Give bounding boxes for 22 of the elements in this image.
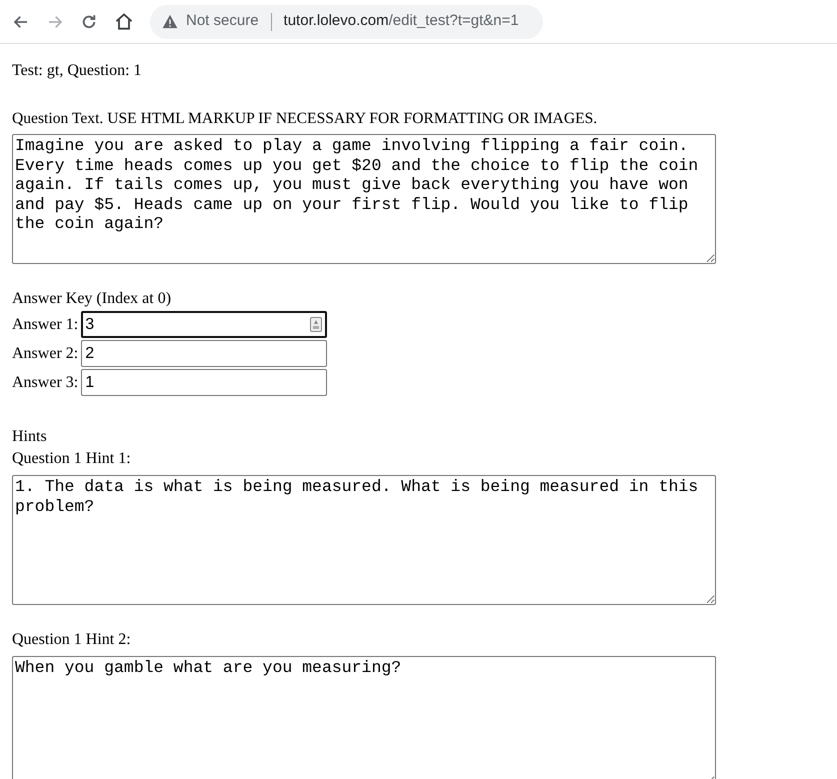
answer-input[interactable]: 3 (81, 311, 328, 338)
answer-input[interactable]: 2 (81, 340, 328, 367)
hint-label: Question 1 Hint 1: (12, 449, 132, 469)
hint-textarea[interactable]: 1. The data is what is being measured. What is being measured in this problem? (12, 475, 716, 605)
answer-label: Answer 1: (12, 314, 78, 334)
url-host: tutor.lolevo.com (284, 11, 389, 32)
answer-input[interactable]: 1 (81, 369, 328, 396)
answer-label: Answer 3: (12, 372, 78, 392)
question-label: Question Text. USE HTML MARKUP IF NECESSARY FOR FORMATTING OR IMAGES. (12, 109, 598, 129)
reload-icon[interactable] (80, 12, 98, 30)
hint-label: Question 1 Hint 2: (12, 630, 132, 650)
answer-label: Answer 2: (12, 344, 78, 364)
answer-key-title: Answer Key (Index at 0) (12, 289, 172, 309)
url-path: /edit_test?t=gt&n=1 (388, 11, 519, 32)
warning-icon (162, 14, 178, 29)
question-textarea[interactable]: Imagine you are asked to play a game involving flipping a fair coin. Every time heads comes up you get $20 and the choice to flip the coin again. If tails comes up, you must give back everything you have won and pay $5. Heads came up on your first flip. Would you like to flip the coin again? (12, 134, 716, 264)
hints-title: Hints (12, 427, 48, 447)
security-label: Not secure (186, 11, 259, 32)
address-bar[interactable]: Not secure tutor.lolevo.com/edit_test?t=gt&n=1 (150, 4, 543, 38)
home-icon[interactable] (114, 12, 134, 32)
page-heading: Test: gt, Question: 1 (12, 61, 143, 81)
hint-textarea[interactable]: When you gamble what are you measuring? (12, 656, 716, 779)
